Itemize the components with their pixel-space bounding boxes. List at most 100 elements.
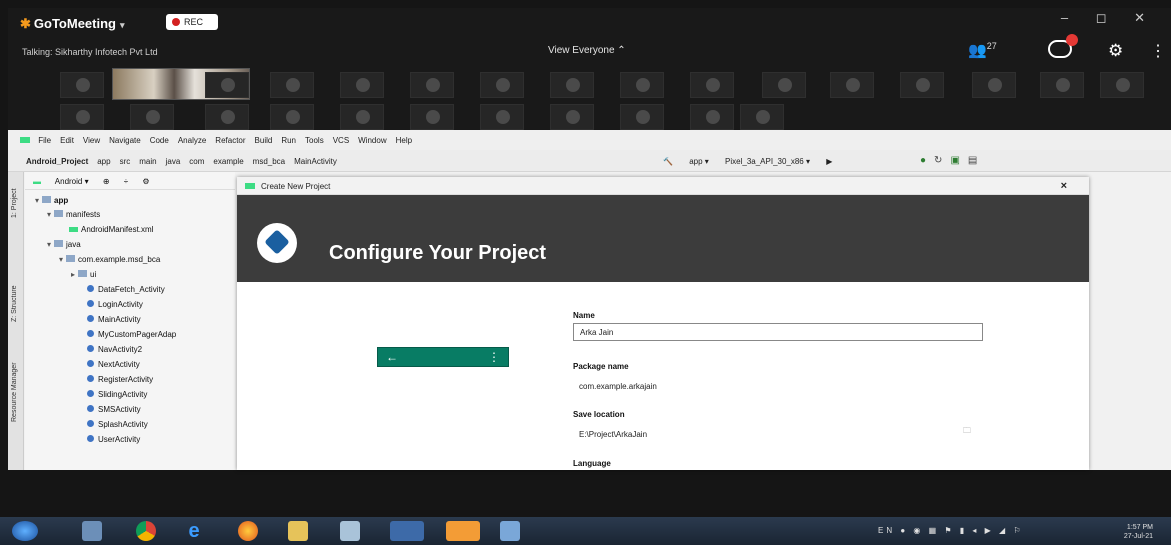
start-button-icon[interactable] [12, 521, 38, 541]
menu-item[interactable]: Edit [60, 136, 74, 145]
participant-thumbnail[interactable] [270, 72, 314, 98]
sync-icon[interactable]: ↻ [934, 155, 950, 166]
gear-icon[interactable]: ⚙ [1108, 41, 1123, 61]
tree-item-class[interactable]: SMSActivity [87, 405, 141, 414]
close-icon[interactable]: × [1061, 180, 1067, 192]
hammer-icon[interactable]: 🔨 [663, 157, 673, 166]
participant-thumbnail[interactable] [130, 104, 174, 130]
participant-thumbnail[interactable] [550, 104, 594, 130]
gear-icon[interactable]: ⚙ [142, 177, 149, 186]
breadcrumb-item[interactable]: msd_bca [253, 157, 285, 166]
participant-thumbnail[interactable] [690, 72, 734, 98]
menu-item[interactable]: Code [150, 136, 169, 145]
attendees-button[interactable]: 👥27 [968, 41, 997, 59]
firefox-icon[interactable] [238, 521, 258, 541]
participant-thumbnail[interactable] [60, 72, 104, 98]
run-config-select[interactable]: app ▾ [689, 157, 709, 166]
tree-item-class[interactable]: SplashActivity [87, 420, 148, 429]
package-value[interactable]: com.example.arkajain [579, 382, 657, 391]
participant-thumbnail[interactable] [340, 104, 384, 130]
chrome-icon[interactable] [136, 521, 156, 541]
menu-item[interactable]: Tools [305, 136, 324, 145]
menu-item[interactable]: Help [396, 136, 412, 145]
rec-badge[interactable]: REC [166, 14, 218, 30]
internet-explorer-icon[interactable]: e [184, 521, 204, 541]
breadcrumb-item[interactable]: Android_Project [26, 157, 88, 166]
tree-item-class[interactable]: MainActivity [87, 315, 141, 324]
view-selector[interactable]: View Everyone ⌃ [548, 45, 626, 56]
menu-item[interactable]: Run [281, 136, 296, 145]
tree-item-manifests[interactable]: ▾ manifests [47, 210, 100, 219]
participant-thumbnail[interactable] [830, 72, 874, 98]
participant-thumbnail[interactable] [550, 72, 594, 98]
save-location-value[interactable]: E:\Project\ArkaJain [579, 430, 647, 439]
file-explorer-icon[interactable] [82, 521, 102, 541]
breadcrumb-item[interactable]: java [166, 157, 181, 166]
tree-item-class[interactable]: NavActivity2 [87, 345, 142, 354]
name-input[interactable]: Arka Jain [573, 323, 983, 341]
project-view-select[interactable]: Android ▾ [55, 177, 89, 186]
breadcrumb-item[interactable]: example [213, 157, 243, 166]
participant-thumbnail[interactable] [480, 104, 524, 130]
tree-item-app[interactable]: ▾ app [35, 196, 68, 205]
tree-item-class[interactable]: UserActivity [87, 435, 140, 444]
participant-thumbnail[interactable] [620, 72, 664, 98]
tree-item-manifest-file[interactable]: AndroidManifest.xml [69, 225, 153, 234]
menu-item[interactable]: Refactor [215, 136, 245, 145]
menu-item[interactable]: Build [255, 136, 273, 145]
participant-thumbnail[interactable] [972, 72, 1016, 98]
menu-item[interactable]: VCS [333, 136, 349, 145]
tree-item-class[interactable]: NextActivity [87, 360, 140, 369]
tab-resource-manager[interactable]: Resource Manager [11, 362, 18, 422]
gotomeeting-icon[interactable] [446, 521, 480, 541]
menu-item[interactable]: Analyze [178, 136, 206, 145]
participant-thumbnail[interactable] [1100, 72, 1144, 98]
breadcrumb-item[interactable]: src [120, 157, 131, 166]
clock[interactable]: 1:57 PM 27-Jul-21 [1124, 523, 1153, 541]
tree-item-ui[interactable]: ▸ ui [71, 270, 96, 279]
android-studio-icon[interactable] [390, 521, 424, 541]
breadcrumb-item[interactable]: main [139, 157, 156, 166]
app-icon[interactable] [500, 521, 520, 541]
tree-item-class[interactable]: LoginActivity [87, 300, 143, 309]
window-controls[interactable]: – ◻ ✕ [1061, 10, 1157, 26]
app-icon[interactable] [340, 521, 360, 541]
participant-thumbnail[interactable] [690, 104, 734, 130]
participant-thumbnail[interactable] [740, 104, 784, 130]
sdk-icon[interactable]: ▤ [968, 155, 985, 166]
breadcrumb-item[interactable]: MainActivity [294, 157, 337, 166]
debug-icon[interactable]: ● [920, 155, 934, 166]
device-select[interactable]: Pixel_3a_API_30_x86 ▾ [725, 157, 810, 166]
run-icon[interactable]: ▶ [826, 157, 832, 166]
participant-thumbnail[interactable] [60, 104, 104, 130]
tab-structure[interactable]: Z: Structure [11, 285, 18, 322]
more-vert-icon[interactable]: ⋮ [1150, 41, 1166, 61]
target-icon[interactable]: ⊕ [103, 177, 110, 186]
folder-browse-icon[interactable]: 🗀 [963, 425, 971, 439]
participant-thumbnail[interactable] [620, 104, 664, 130]
participant-thumbnail[interactable] [410, 72, 454, 98]
breadcrumb-item[interactable]: com [189, 157, 204, 166]
tree-item-package[interactable]: ▾ com.example.msd_bca [59, 255, 160, 264]
menu-item[interactable]: File [38, 136, 51, 145]
participant-thumbnail[interactable] [480, 72, 524, 98]
participant-thumbnail[interactable] [1040, 72, 1084, 98]
collapse-icon[interactable]: ÷ [124, 177, 128, 186]
tab-project[interactable]: 1: Project [11, 188, 18, 218]
menu-item[interactable]: View [83, 136, 100, 145]
folder-icon[interactable] [288, 521, 308, 541]
participant-thumbnail[interactable] [410, 104, 454, 130]
tree-item-class[interactable]: SlidingActivity [87, 390, 147, 399]
gotomeeting-logo[interactable]: ✱ GoToMeeting ▾ [20, 16, 125, 32]
avd-icon[interactable]: ▣ [950, 155, 967, 166]
participant-thumbnail[interactable] [340, 72, 384, 98]
menu-item[interactable]: Navigate [109, 136, 141, 145]
breadcrumb-item[interactable]: app [97, 157, 110, 166]
tree-item-class[interactable]: DataFetch_Activity [87, 285, 165, 294]
tree-item-class[interactable]: MyCustomPagerAdap [87, 330, 176, 339]
participant-thumbnail[interactable] [762, 72, 806, 98]
tree-item-class[interactable]: RegisterActivity [87, 375, 153, 384]
language-indicator[interactable]: EN [878, 526, 895, 535]
participant-thumbnail[interactable] [270, 104, 314, 130]
tree-item-java[interactable]: ▾ java [47, 240, 81, 249]
